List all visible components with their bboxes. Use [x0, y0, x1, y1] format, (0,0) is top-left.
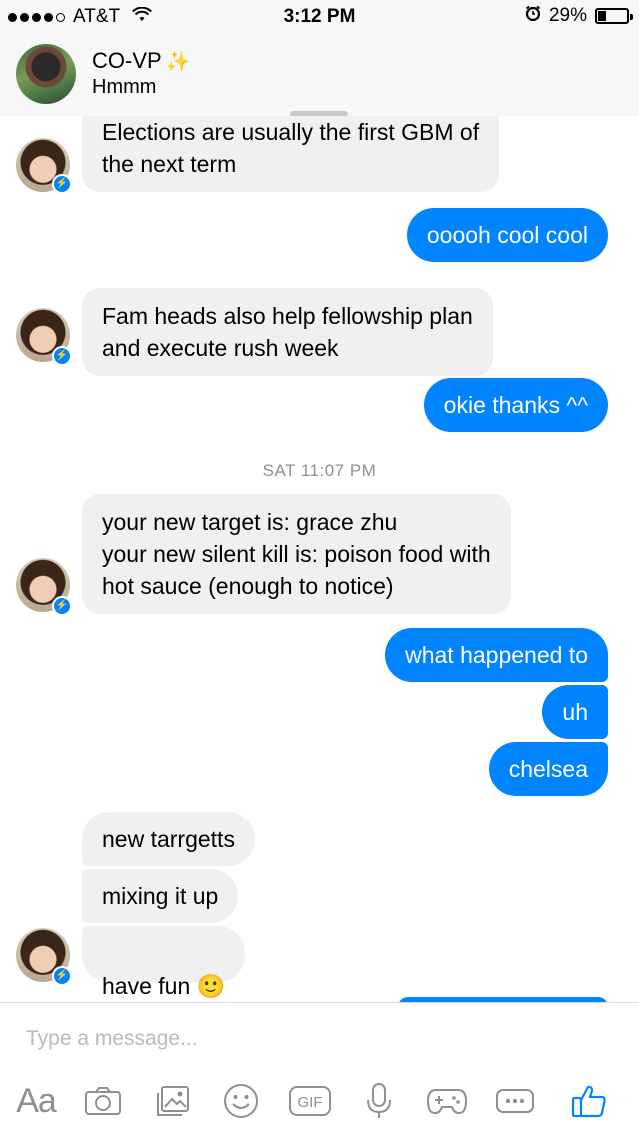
contact-name[interactable]: CO-VP ✨	[92, 48, 191, 74]
messenger-badge-icon: ⚡	[52, 966, 72, 986]
message-bubble-outgoing[interactable]: uh	[542, 685, 608, 739]
message-bubble-incoming[interactable]: have fun 🙂	[82, 926, 246, 999]
sparkle-icon: ✨	[165, 51, 191, 73]
smile-emoji-icon: 🙂	[196, 973, 226, 999]
contact-status: Hmmm	[92, 76, 157, 98]
contact-avatar[interactable]	[16, 44, 76, 104]
messenger-badge-icon: ⚡	[52, 174, 72, 194]
text-format-label: Aa	[16, 1081, 57, 1120]
battery-percent: 29%	[548, 5, 587, 26]
messenger-badge-icon: ⚡	[52, 346, 72, 366]
more-options-icon[interactable]	[492, 1079, 538, 1123]
composer: Type a message... Aa GIF	[0, 1002, 639, 1137]
message-bubble-outgoing[interactable]: okie thanks ^^	[423, 378, 608, 432]
message-input[interactable]: Type a message...	[26, 1027, 198, 1051]
message-bubble-outgoing[interactable]: what happened to	[385, 628, 608, 682]
message-bubble-incoming[interactable]: Elections are usually the first GBM of t…	[82, 116, 500, 192]
composer-toolbar: Aa GIF	[0, 1075, 639, 1127]
timestamp-divider: SAT 11:07 PM	[262, 461, 377, 480]
games-icon[interactable]	[424, 1079, 470, 1123]
like-thumb-icon[interactable]	[566, 1079, 612, 1123]
conversation-header[interactable]: CO-VP ✨ Hmmm	[0, 34, 639, 116]
battery-status: 29%	[525, 5, 633, 27]
message-thread[interactable]: Elections are usually the first GBM of t…	[0, 116, 639, 1002]
gif-label: GIF	[298, 1094, 323, 1111]
message-bubble-incoming[interactable]: Fam heads also help fellowship plan and …	[82, 288, 493, 376]
alarm-icon	[525, 5, 541, 27]
emoji-icon[interactable]	[218, 1079, 264, 1123]
message-bubble-outgoing[interactable]: ooooh cool cool	[406, 208, 608, 262]
gallery-icon[interactable]	[150, 1079, 196, 1123]
status-bar: AT&T 3:12 PM 29%	[0, 0, 639, 34]
camera-icon[interactable]	[80, 1079, 126, 1123]
message-text: have fun	[102, 973, 191, 999]
message-bubble-outgoing[interactable]: chelsea	[488, 742, 608, 796]
message-bubble-incoming[interactable]: new tarrgetts	[82, 812, 255, 866]
message-bubble-incoming[interactable]: your new target is: grace zhu your new s…	[82, 494, 511, 614]
microphone-icon[interactable]	[356, 1079, 402, 1123]
text-format-button[interactable]: Aa	[12, 1079, 60, 1123]
battery-icon	[595, 8, 633, 24]
messenger-badge-icon: ⚡	[52, 596, 72, 616]
gif-button[interactable]: GIF	[286, 1079, 334, 1123]
message-bubble-incoming[interactable]: mixing it up	[82, 869, 239, 923]
contact-name-text: CO-VP	[92, 48, 162, 73]
